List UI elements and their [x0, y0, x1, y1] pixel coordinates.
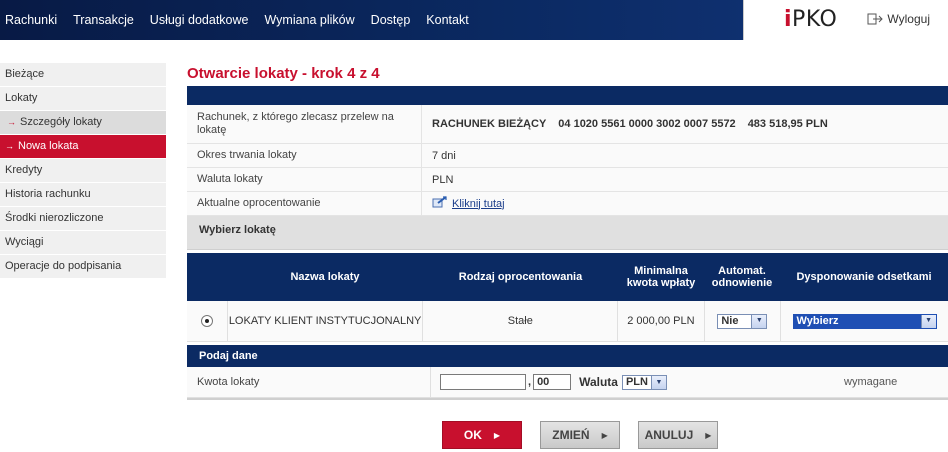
- renewal-value: Nie: [721, 315, 739, 327]
- account-row: Rachunek, z którego zlecasz przelew na l…: [187, 105, 948, 144]
- sidebar-item-biezace[interactable]: Bieżące: [0, 63, 166, 87]
- ipko-logo: iPKO: [784, 7, 838, 32]
- chevron-down-icon: ▼: [650, 375, 666, 389]
- nav-transakcje[interactable]: Transakcje: [65, 0, 142, 40]
- currency-row: Waluta lokaty PLN: [187, 168, 948, 192]
- account-number: 04 1020 5561 0000 3002 0007 5572: [558, 118, 736, 130]
- interest-row: Aktualne oprocentowanie Kliknij tutaj: [187, 192, 948, 216]
- col-header-interest-disposal: Dysponowanie odsetkami: [796, 271, 932, 283]
- arrow-right-icon: ▶: [601, 430, 608, 440]
- period-row: Okres trwania lokaty 7 dni: [187, 144, 948, 168]
- choose-deposit-header: Wybierz lokatę: [187, 216, 948, 250]
- amount-currency-value: PLN: [625, 376, 648, 388]
- account-balance: 483 518,95 PLN: [747, 118, 828, 130]
- section-divider: [187, 86, 948, 105]
- logout-icon: [867, 13, 884, 25]
- chevron-down-icon: ▼: [920, 314, 936, 328]
- logout-button[interactable]: Wyloguj: [867, 12, 930, 26]
- col-header-rate-type: Rodzaj oprocentowania: [458, 271, 583, 283]
- nav-dostep[interactable]: Dostęp: [363, 0, 419, 40]
- interest-value: Kliknij tutaj: [422, 192, 948, 215]
- interest-disposal-value: Wybierz: [796, 315, 839, 327]
- col-header-renewal: Automat. odnowienie: [711, 265, 773, 289]
- amount-input[interactable]: [440, 374, 526, 390]
- account-value: RACHUNEK BIEŻĄCY 04 1020 5561 0000 3002 …: [422, 105, 948, 143]
- currency-value: PLN: [432, 173, 454, 186]
- arrow-right-icon: →: [7, 117, 16, 127]
- amount-label: Kwota lokaty: [187, 367, 431, 397]
- chevron-down-icon: ▼: [751, 314, 767, 328]
- amount-fields: , 00 Waluta PLN ▼: [431, 367, 844, 397]
- deposit-rate-type: Stałe: [423, 301, 619, 341]
- nav-rachunki[interactable]: Rachunki: [0, 0, 65, 40]
- required-note: wymagane: [844, 376, 898, 388]
- cancel-button[interactable]: ANULUJ ▶: [638, 421, 718, 449]
- account-name: RACHUNEK BIEŻĄCY: [432, 118, 547, 130]
- sidebar-item-nowa-lokata[interactable]: → Nowa lokata: [0, 135, 166, 159]
- ok-button[interactable]: OK ▶: [442, 421, 522, 449]
- provide-data-header: Podaj dane: [187, 345, 948, 367]
- brand-box: iPKO Wyloguj: [743, 0, 948, 40]
- sidebar-item-historia-rachunku[interactable]: Historia rachunku: [0, 183, 166, 207]
- decimal-separator: ,: [528, 376, 532, 388]
- sidebar: Bieżące Lokaty → Szczegóły lokaty → Nowa l…: [0, 63, 166, 279]
- amount-currency-label: Waluta: [579, 375, 618, 389]
- main-content: Otwarcie lokaty - krok 4 z 4 Rachunek, z…: [187, 60, 948, 400]
- deposit-min-amount: 2 000,00 PLN: [618, 301, 705, 341]
- bottom-divider: [187, 398, 948, 400]
- col-select: [187, 253, 227, 301]
- interest-link[interactable]: Kliknij tutaj: [452, 198, 505, 210]
- logout-label: Wyloguj: [887, 12, 930, 26]
- amount-currency-select[interactable]: PLN ▼: [621, 374, 667, 390]
- row-select-cell: [187, 301, 228, 341]
- top-navigation: Rachunki Transakcje Usługi dodatkowe Wym…: [0, 0, 477, 40]
- sidebar-item-wyciagi[interactable]: Wyciągi: [0, 231, 166, 255]
- renewal-select[interactable]: Nie ▼: [717, 313, 768, 329]
- arrow-right-icon: →: [5, 141, 14, 151]
- col-header-min-amount: Minimalna kwota wpłaty: [626, 265, 696, 289]
- sidebar-item-lokaty[interactable]: Lokaty: [0, 87, 166, 111]
- page-title: Otwarcie lokaty - krok 4 z 4: [187, 65, 380, 82]
- nav-kontakt[interactable]: Kontakt: [418, 0, 476, 40]
- period-label: Okres trwania lokaty: [187, 144, 422, 167]
- renewal-cell: Nie ▼: [705, 301, 782, 341]
- period-value: 7 dni: [432, 149, 456, 162]
- action-buttons: OK ▶ ZMIEŃ ▶ ANULUJ ▶: [442, 421, 718, 449]
- interest-label: Aktualne oprocentowanie: [187, 192, 422, 215]
- edit-link-icon[interactable]: [432, 196, 448, 211]
- top-bar: Rachunki Transakcje Usługi dodatkowe Wym…: [0, 0, 948, 40]
- account-label: Rachunek, z którego zlecasz przelew na l…: [187, 105, 422, 143]
- sidebar-item-kredyty[interactable]: Kredyty: [0, 159, 166, 183]
- amount-decimals-input[interactable]: 00: [533, 374, 572, 390]
- deposit-name: LOKATY KLIENT INSTYTUCJONALNY: [228, 301, 424, 341]
- sidebar-item-szczegoly-lokaty[interactable]: → Szczegóły lokaty: [0, 111, 166, 135]
- deposit-table-header: Nazwa lokaty Rodzaj oprocentowania Minim…: [187, 253, 948, 301]
- col-header-name: Nazwa lokaty: [290, 271, 360, 283]
- amount-row: Kwota lokaty , 00 Waluta PLN ▼ wymagane: [187, 367, 948, 398]
- sidebar-item-operacje-do-podpisania[interactable]: Operacje do podpisania: [0, 255, 166, 279]
- currency-label: Waluta lokaty: [187, 168, 422, 191]
- nav-wymiana-plikow[interactable]: Wymiana plików: [256, 0, 362, 40]
- interest-disposal-cell: Wybierz ▼: [781, 301, 948, 341]
- change-button[interactable]: ZMIEŃ ▶: [540, 421, 620, 449]
- interest-disposal-select[interactable]: Wybierz ▼: [792, 313, 937, 329]
- arrow-right-icon: ▶: [493, 430, 501, 440]
- sidebar-item-srodki-nierozliczone[interactable]: Środki nierozliczone: [0, 207, 166, 231]
- arrow-right-icon: ▶: [705, 430, 712, 440]
- nav-uslugi-dodatkowe[interactable]: Usługi dodatkowe: [142, 0, 257, 40]
- deposit-radio[interactable]: [200, 315, 213, 327]
- table-row: LOKATY KLIENT INSTYTUCJONALNY Stałe 2 00…: [187, 301, 948, 342]
